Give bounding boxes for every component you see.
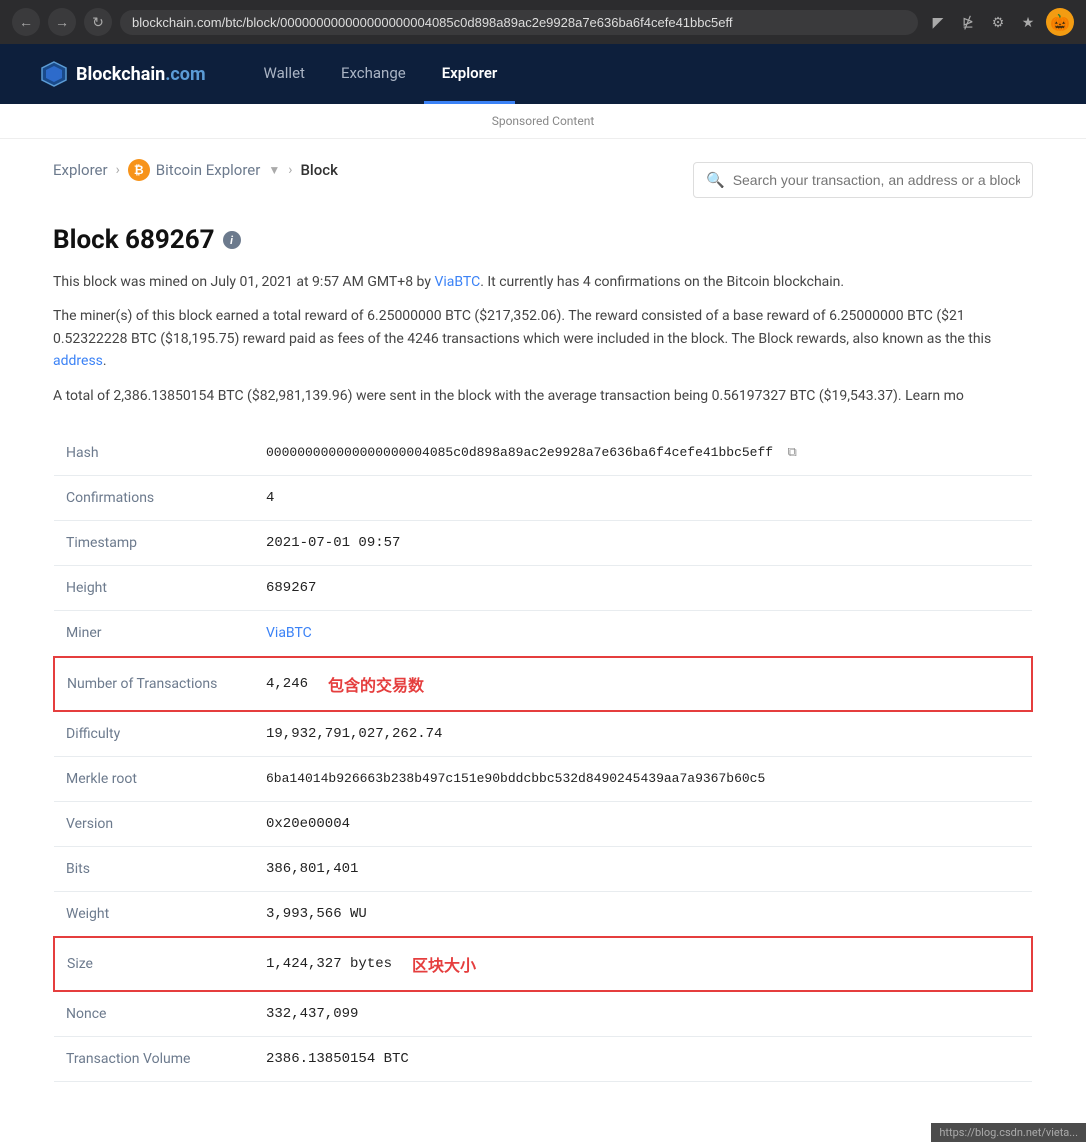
label-timestamp: Timestamp [54, 520, 254, 565]
value-nonce: 332,437,099 [254, 991, 1032, 1037]
extensions-icon[interactable]: ⚙ [986, 10, 1010, 34]
viabtc-link-1[interactable]: ViaBTC [434, 274, 480, 290]
browser-chrome: ← → ↻ ◤ ⋭ ⚙ ★ 🎃 [0, 0, 1086, 44]
value-transaction-volume: 2386.13850154 BTC [254, 1036, 1032, 1081]
breadcrumb-explorer[interactable]: Explorer [53, 161, 108, 179]
block-data-table: Hash 000000000000000000004085c0d898a89ac… [53, 431, 1033, 1082]
table-row-num-transactions: Number of Transactions 4,246 包含的交易数 [54, 657, 1032, 711]
info-icon[interactable]: i [223, 231, 241, 249]
label-miner: Miner [54, 610, 254, 657]
forward-button[interactable]: → [48, 8, 76, 36]
back-button[interactable]: ← [12, 8, 40, 36]
table-row-weight: Weight 3,993,566 WU [54, 891, 1032, 937]
browser-toolbar-icons: ◤ ⋭ ⚙ ★ 🎃 [926, 8, 1074, 36]
label-version: Version [54, 801, 254, 846]
label-merkle-root: Merkle root [54, 756, 254, 801]
value-merkle-root: 6ba14014b926663b238b497c151e90bddcbbc532… [254, 756, 1032, 801]
table-row-confirmations: Confirmations 4 [54, 475, 1032, 520]
label-confirmations: Confirmations [54, 475, 254, 520]
search-icon: 🔍 [706, 171, 725, 189]
block-description-3: A total of 2,386.13850154 BTC ($82,981,1… [53, 385, 1033, 407]
reload-button[interactable]: ↻ [84, 8, 112, 36]
user-avatar[interactable]: 🎃 [1046, 8, 1074, 36]
value-confirmations: 4 [254, 475, 1032, 520]
table-row-difficulty: Difficulty 19,932,791,027,262.74 [54, 711, 1032, 757]
value-height: 689267 [254, 565, 1032, 610]
value-size: 1,424,327 bytes 区块大小 [254, 938, 1031, 990]
annotation-size: 区块大小 [412, 952, 476, 976]
breadcrumb-bitcoin-label: Bitcoin Explorer [156, 161, 261, 179]
search-input[interactable] [733, 172, 1020, 188]
value-difficulty: 19,932,791,027,262.74 [254, 711, 1032, 757]
nav-exchange[interactable]: Exchange [323, 44, 424, 104]
nav-wallet[interactable]: Wallet [246, 44, 323, 104]
table-row-timestamp: Timestamp 2021-07-01 09:57 [54, 520, 1032, 565]
value-hash: 000000000000000000004085c0d898a89ac2e992… [254, 431, 1032, 476]
table-row-version: Version 0x20e00004 [54, 801, 1032, 846]
value-bits: 386,801,401 [254, 846, 1032, 891]
main-content: Explorer › ₿ Bitcoin Explorer ▼ › Block … [13, 139, 1073, 1102]
copy-hash-icon[interactable]: ⧉ [788, 445, 797, 460]
breadcrumb-bitcoin-explorer[interactable]: ₿ Bitcoin Explorer ▼ [128, 159, 280, 181]
label-height: Height [54, 565, 254, 610]
value-weight: 3,993,566 WU [254, 891, 1032, 937]
search-box: 🔍 [693, 162, 1033, 198]
breadcrumb: Explorer › ₿ Bitcoin Explorer ▼ › Block [53, 159, 338, 181]
value-version: 0x20e00004 [254, 801, 1032, 846]
table-row-size: Size 1,424,327 bytes 区块大小 [54, 937, 1032, 991]
table-row-hash: Hash 000000000000000000004085c0d898a89ac… [54, 431, 1032, 476]
label-weight: Weight [54, 891, 254, 937]
logo[interactable]: Blockchain.com [40, 60, 206, 88]
label-nonce: Nonce [54, 991, 254, 1037]
cast-icon[interactable]: ◤ [926, 10, 950, 34]
table-row-miner: Miner ViaBTC [54, 610, 1032, 657]
block-description-1: This block was mined on July 01, 2021 at… [53, 271, 1033, 293]
annotation-transactions: 包含的交易数 [328, 672, 424, 696]
table-row-transaction-volume: Transaction Volume 2386.13850154 BTC [54, 1036, 1032, 1081]
block-description-2: The miner(s) of this block earned a tota… [53, 305, 1033, 372]
label-size: Size [54, 937, 254, 991]
miner-link[interactable]: ViaBTC [266, 625, 312, 641]
label-num-transactions: Number of Transactions [54, 657, 254, 711]
sponsored-content: Sponsored Content [0, 104, 1086, 139]
apps-icon[interactable]: ⋭ [956, 10, 980, 34]
block-title: Block 689267 i [53, 225, 1033, 255]
value-timestamp: 2021-07-01 09:57 [254, 520, 1032, 565]
value-miner: ViaBTC [254, 610, 1032, 657]
breadcrumb-sep-1: › [116, 162, 120, 178]
logo-text: Blockchain.com [76, 64, 206, 85]
address-bar[interactable] [120, 10, 918, 35]
table-row-bits: Bits 386,801,401 [54, 846, 1032, 891]
breadcrumb-current: Block [300, 161, 337, 179]
bottom-link-hint: https://blog.csdn.net/vieta... [931, 1123, 1086, 1142]
label-transaction-volume: Transaction Volume [54, 1036, 254, 1081]
nav-links: Wallet Exchange Explorer [246, 44, 1046, 104]
breadcrumb-sep-2: › [288, 162, 292, 178]
breadcrumb-row: Explorer › ₿ Bitcoin Explorer ▼ › Block … [53, 159, 1033, 201]
search-area: 🔍 [693, 162, 1033, 198]
label-bits: Bits [54, 846, 254, 891]
table-row-height: Height 689267 [54, 565, 1032, 610]
label-hash: Hash [54, 431, 254, 476]
logo-icon [40, 60, 68, 88]
table-row-nonce: Nonce 332,437,099 [54, 991, 1032, 1037]
bookmark-icon[interactable]: ★ [1016, 10, 1040, 34]
top-navigation: Blockchain.com Wallet Exchange Explorer [0, 44, 1086, 104]
label-difficulty: Difficulty [54, 711, 254, 757]
address-link[interactable]: address [53, 353, 103, 369]
table-row-merkle-root: Merkle root 6ba14014b926663b238b497c151e… [54, 756, 1032, 801]
bitcoin-icon: ₿ [128, 159, 150, 181]
value-num-transactions: 4,246 包含的交易数 [254, 658, 1031, 710]
breadcrumb-dropdown-icon: ▼ [268, 163, 280, 177]
nav-explorer[interactable]: Explorer [424, 44, 516, 104]
